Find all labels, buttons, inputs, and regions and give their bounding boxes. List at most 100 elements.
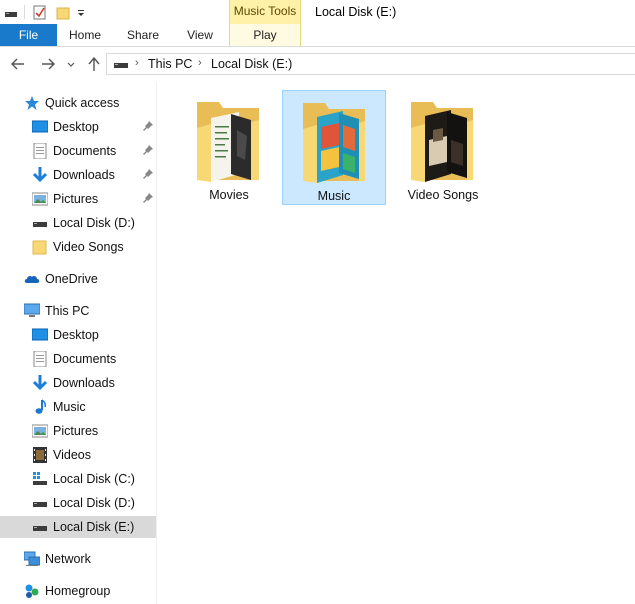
sidebar-item-label: Video Songs: [53, 240, 124, 254]
desktop-icon: [32, 328, 48, 341]
folder-item-video-songs[interactable]: Video Songs: [391, 90, 495, 205]
navigation-pane: Quick access Desktop Documents Downloads…: [0, 82, 157, 604]
cloud-icon: [24, 275, 40, 283]
up-arrow-icon[interactable]: [86, 55, 102, 73]
tab-home[interactable]: Home: [60, 24, 110, 46]
sidebar-item-pictures[interactable]: Pictures: [0, 420, 156, 442]
recent-locations-chevron-icon[interactable]: [66, 55, 76, 73]
sidebar-item-label: Local Disk (C:): [53, 472, 135, 486]
sidebar-item-label: Documents: [53, 352, 117, 366]
folder-name: Music: [317, 189, 351, 203]
sidebar-item-onedrive[interactable]: OneDrive: [0, 268, 156, 290]
back-arrow-icon[interactable]: [10, 55, 26, 73]
sidebar-item-documents[interactable]: Documents: [0, 348, 156, 370]
homegroup-icon: [25, 584, 39, 598]
sidebar-item-network[interactable]: Network: [0, 548, 156, 570]
sidebar-item-label: Downloads: [53, 376, 115, 390]
sidebar-item-label: This PC: [45, 304, 90, 318]
music-icon: [35, 399, 47, 414]
sidebar-item-desktop-quick[interactable]: Desktop: [0, 116, 156, 138]
file-list: Movies Music Video Songs: [157, 82, 635, 604]
sidebar-item-label: Pictures: [53, 192, 99, 206]
network-icon: [24, 551, 40, 566]
tab-view[interactable]: View: [175, 24, 225, 46]
sidebar-item-label: Homegroup: [45, 584, 111, 598]
sidebar-item-label: Quick access: [45, 96, 120, 110]
folder-name: Video Songs: [407, 188, 479, 202]
sidebar-item-quick-access[interactable]: Quick access: [0, 92, 156, 114]
sidebar-item-label: Network: [45, 552, 91, 566]
pin-icon[interactable]: [142, 144, 154, 156]
folder-name: Movies: [209, 188, 249, 202]
sidebar-item-downloads-quick[interactable]: Downloads: [0, 164, 156, 186]
documents-icon: [33, 351, 47, 367]
drive-icon: [33, 222, 47, 227]
folder-music-icon: [303, 103, 365, 183]
sidebar-item-local-disk-e[interactable]: Local Disk (E:): [0, 516, 156, 538]
sidebar-item-downloads[interactable]: Downloads: [0, 372, 156, 394]
desktop-icon: [32, 120, 48, 133]
sidebar-item-pictures-quick[interactable]: Pictures: [0, 188, 156, 210]
pin-icon[interactable]: [142, 168, 154, 180]
drive-icon: [33, 502, 47, 507]
music-tools-context-header: Music Tools: [229, 0, 301, 24]
folder-icon: [32, 240, 47, 255]
downloads-icon: [32, 375, 48, 391]
breadcrumb-separator-icon: ›: [198, 57, 202, 69]
qat-separator: [24, 5, 25, 19]
sidebar-item-music[interactable]: Music: [0, 396, 156, 418]
sidebar-item-homegroup[interactable]: Homegroup: [0, 580, 156, 602]
sidebar-item-desktop[interactable]: Desktop: [0, 324, 156, 346]
breadcrumb-this-pc[interactable]: This PC: [148, 57, 192, 71]
ribbon-tabs: File Home Share View Play: [0, 24, 635, 47]
sidebar-item-label: Local Disk (D:): [53, 216, 135, 230]
pictures-icon: [32, 424, 48, 438]
folder-item-music[interactable]: Music: [282, 90, 386, 205]
sidebar-item-label: Local Disk (D:): [53, 496, 135, 510]
tab-play[interactable]: Play: [229, 24, 301, 46]
breadcrumb-separator-icon: ›: [135, 57, 139, 69]
window-title: Local Disk (E:): [315, 5, 397, 19]
tab-file[interactable]: File: [0, 24, 57, 46]
new-folder-icon[interactable]: [56, 4, 70, 20]
sidebar-item-label: Music: [53, 400, 86, 414]
sidebar-item-label: Local Disk (E:): [53, 520, 135, 534]
drive-icon[interactable]: [4, 4, 18, 20]
sidebar-item-label: OneDrive: [45, 272, 98, 286]
sidebar-item-label: Desktop: [53, 120, 99, 134]
context-tab-group-label: Music Tools: [233, 4, 297, 18]
sidebar-item-label: Downloads: [53, 168, 115, 182]
pictures-icon: [32, 192, 48, 206]
star-icon: [25, 96, 39, 110]
navigation-bar: › This PC › Local Disk (E:): [0, 47, 635, 81]
sidebar-item-label: Videos: [53, 448, 91, 462]
downloads-icon: [32, 167, 48, 183]
sidebar-item-local-disk-d[interactable]: Local Disk (D:): [0, 492, 156, 514]
folder-item-movies[interactable]: Movies: [177, 90, 281, 205]
folder-movies-icon: [197, 102, 259, 182]
drive-icon: [33, 526, 47, 531]
forward-arrow-icon[interactable]: [40, 55, 56, 73]
breadcrumb-local-disk-e[interactable]: Local Disk (E:): [211, 57, 292, 71]
documents-icon: [33, 143, 47, 159]
computer-icon: [24, 303, 40, 317]
sidebar-item-local-disk-d-quick[interactable]: Local Disk (D:): [0, 212, 156, 234]
sidebar-item-this-pc[interactable]: This PC: [0, 300, 156, 322]
title-bar: Music Tools Local Disk (E:): [0, 0, 635, 24]
windows-drive-icon: [33, 472, 47, 485]
sidebar-item-label: Desktop: [53, 328, 99, 342]
sidebar-item-documents-quick[interactable]: Documents: [0, 140, 156, 162]
sidebar-item-video-songs-quick[interactable]: Video Songs: [0, 236, 156, 258]
sidebar-item-label: Pictures: [53, 424, 99, 438]
videos-icon: [33, 447, 47, 463]
tab-share[interactable]: Share: [118, 24, 168, 46]
drive-icon: [114, 63, 128, 68]
sidebar-item-local-disk-c[interactable]: Local Disk (C:): [0, 468, 156, 490]
properties-icon[interactable]: [33, 4, 47, 20]
pin-icon[interactable]: [142, 120, 154, 132]
customize-qat-icon[interactable]: [76, 4, 86, 20]
sidebar-item-label: Documents: [53, 144, 117, 158]
sidebar-item-videos[interactable]: Videos: [0, 444, 156, 466]
address-bar[interactable]: › This PC › Local Disk (E:): [106, 53, 635, 75]
pin-icon[interactable]: [142, 192, 154, 204]
